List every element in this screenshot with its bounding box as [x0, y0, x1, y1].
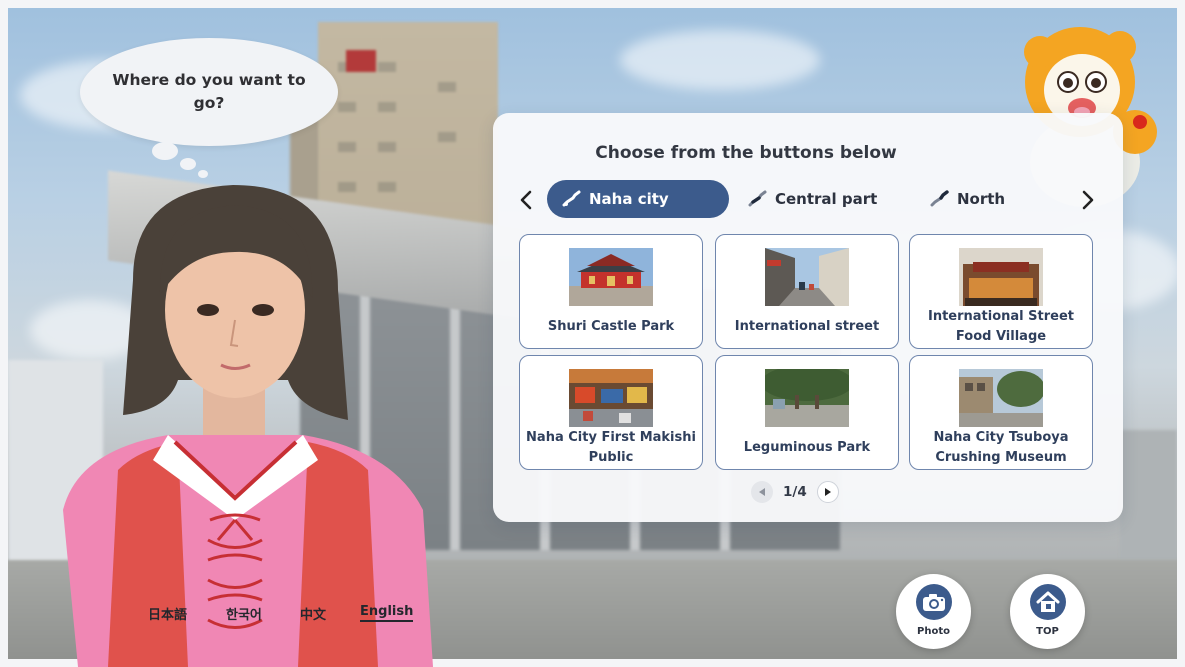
- place-card-international-street[interactable]: International street: [715, 234, 899, 349]
- food-village-photo: [959, 248, 1043, 306]
- guide-avatar: [63, 185, 433, 667]
- tab-north[interactable]: North: [915, 180, 1025, 218]
- language-english[interactable]: English: [360, 604, 414, 622]
- speech-bubble-text: Where do you want to go?: [112, 71, 306, 112]
- tab-label: Central part: [775, 190, 878, 208]
- tabs-prev-button[interactable]: [513, 185, 539, 215]
- language-chinese[interactable]: 中文: [300, 604, 326, 623]
- speech-bubble-dot: [152, 142, 178, 160]
- tab-label: North: [957, 190, 1006, 208]
- triangle-right-icon: [824, 488, 831, 496]
- place-card-naha-city-first-makishi-public[interactable]: Naha City First Makishi Public: [519, 355, 703, 470]
- market-photo: [569, 369, 653, 427]
- park-photo: [765, 369, 849, 427]
- triangle-left-icon: [759, 488, 765, 496]
- okinawa-map-icon: [930, 190, 949, 207]
- tab-naha-city[interactable]: Naha city: [547, 180, 729, 218]
- photo-button[interactable]: Photo: [896, 574, 971, 649]
- tab-central-part[interactable]: Central part: [733, 180, 893, 218]
- speech-bubble: Where do you want to go?: [80, 38, 338, 146]
- page-prev-button[interactable]: [751, 481, 773, 503]
- place-card-label: Shuri Castle Park: [547, 319, 675, 334]
- speech-bubble-dot: [180, 158, 196, 170]
- chevron-right-icon: [1082, 190, 1094, 210]
- places-grid: Shuri Castle Park International street I…: [519, 234, 1095, 472]
- place-card-label: Leguminous Park: [743, 440, 871, 455]
- tabs-next-button[interactable]: [1075, 185, 1101, 215]
- street-photo: [765, 248, 849, 306]
- pagination: 1/4: [751, 481, 839, 503]
- home-icon: [1029, 584, 1066, 620]
- okinawa-map-icon: [562, 190, 581, 207]
- chevron-left-icon: [520, 190, 532, 210]
- museum-photo: [959, 369, 1043, 427]
- top-button-label: TOP: [1036, 626, 1059, 637]
- page-next-button[interactable]: [816, 481, 839, 503]
- place-card-shuri-castle-park[interactable]: Shuri Castle Park: [519, 234, 703, 349]
- place-card-label: International street: [734, 319, 880, 334]
- place-card-naha-city-tsuboya-crushing-museum[interactable]: Naha City Tsuboya Crushing Museum: [909, 355, 1093, 470]
- page-indicator: 1/4: [783, 484, 807, 500]
- language-japanese[interactable]: 日本語: [148, 604, 187, 623]
- camera-icon: [915, 584, 952, 620]
- destination-panel: Choose from the buttons below Naha city …: [493, 113, 1123, 522]
- tab-label: Naha city: [589, 190, 669, 208]
- place-card-label: Naha City First Makishi Public: [526, 430, 696, 465]
- place-card-label: International Street Food Village: [927, 309, 1074, 344]
- speech-bubble-dot: [198, 170, 208, 178]
- top-button[interactable]: TOP: [1010, 574, 1085, 649]
- okinawa-map-icon: [748, 190, 767, 207]
- language-korean[interactable]: 한국어: [226, 604, 262, 623]
- place-card-label: Naha City Tsuboya Crushing Museum: [933, 430, 1069, 465]
- panel-title: Choose from the buttons below: [595, 143, 897, 163]
- place-card-leguminous-park[interactable]: Leguminous Park: [715, 355, 899, 470]
- place-card-international-street-food-village[interactable]: International Street Food Village: [909, 234, 1093, 349]
- shuri-castle-photo: [569, 248, 653, 306]
- photo-button-label: Photo: [917, 626, 950, 637]
